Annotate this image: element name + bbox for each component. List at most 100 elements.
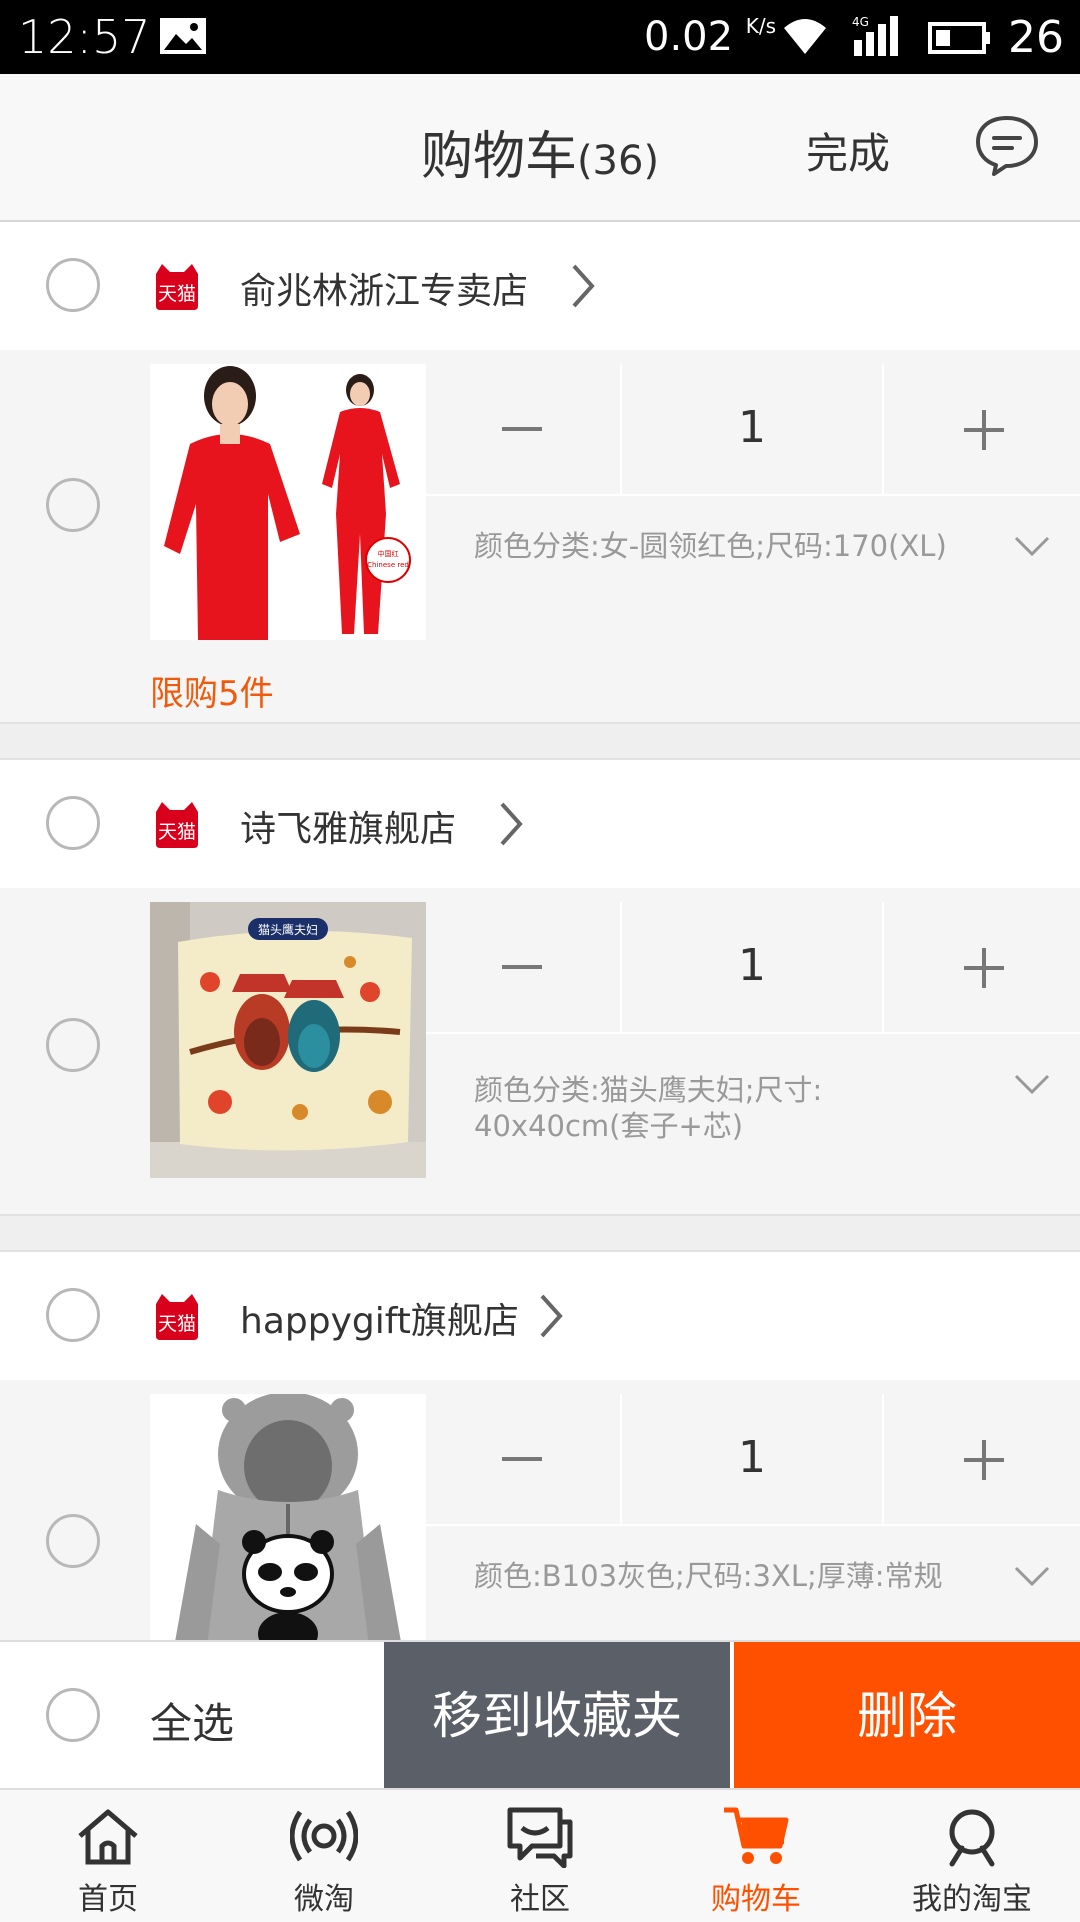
tab-weitao[interactable]: 微淘 (216, 1790, 432, 1922)
user-icon (949, 1809, 995, 1867)
page-title: 购物车(36) (420, 127, 660, 187)
tab-cart[interactable]: 购物车 (648, 1790, 864, 1922)
quantity-stepper: 1 (426, 1394, 1080, 1524)
select-all-label[interactable]: 全选 (150, 1690, 234, 1751)
quantity-field[interactable]: 1 (620, 1394, 882, 1524)
shop-row[interactable]: 天猫 happygift旗舰店 (0, 1252, 1080, 1380)
done-button[interactable]: 完成 (806, 120, 890, 181)
tmall-badge-icon: 天猫 (156, 802, 198, 848)
cart-item: 猫头鹰夫妇 1 颜色分类:猫头鹰夫妇;尺寸: 40x40cm(套子+芯) (0, 888, 1080, 1214)
cart-item: 中国红 Chinese red 1 颜色分类:女-圆领红色;尺码:170(XL)… (0, 350, 1080, 722)
section-gap (0, 1214, 1080, 1252)
sku-line: 颜色分类:猫头鹰夫妇;尺寸: (474, 1073, 823, 1107)
tmall-badge-icon: 天猫 (156, 1294, 198, 1340)
shop-name[interactable]: happygift旗舰店 (240, 1292, 519, 1344)
section-gap (0, 722, 1080, 760)
chevron-down-icon[interactable] (1012, 1564, 1052, 1588)
product-image[interactable] (150, 1394, 426, 1640)
svg-text:中国红: 中国红 (378, 549, 399, 558)
quantity-value: 1 (738, 402, 766, 453)
community-icon (507, 1807, 573, 1868)
move-to-favorites-button[interactable]: 移到收藏夹 (384, 1642, 730, 1790)
tab-label: 社区 (510, 1882, 570, 1917)
owl-pillow-image: 猫头鹰夫妇 (150, 902, 426, 1178)
divider (426, 1032, 1080, 1034)
sku-text[interactable]: 颜色分类:猫头鹰夫妇;尺寸: 40x40cm(套子+芯) (474, 1072, 1014, 1144)
tab-my-taobao[interactable]: 我的淘宝 (864, 1790, 1080, 1922)
shop-name[interactable]: 诗飞雅旗舰店 (240, 800, 456, 852)
increase-button[interactable] (882, 1394, 1080, 1524)
red-thermal-underwear-image: 中国红 Chinese red (150, 364, 426, 640)
cart-count: (36) (576, 138, 660, 184)
product-image[interactable]: 中国红 Chinese red (150, 364, 426, 640)
chevron-down-icon[interactable] (1012, 534, 1052, 558)
decrease-button[interactable] (426, 1394, 618, 1524)
chat-bubble-icon[interactable] (974, 114, 1040, 176)
sku-line: 40x40cm(套子+芯) (474, 1109, 744, 1143)
sku-text[interactable]: 颜色分类:女-圆领红色;尺码:170(XL) (474, 528, 1014, 564)
bottom-tab-bar: 首页 微淘 社区 购物车 我的淘宝 (0, 1788, 1080, 1922)
shop-name[interactable]: 俞兆林浙江专卖店 (240, 262, 528, 314)
shop-select-radio[interactable] (46, 258, 100, 312)
tab-label: 微淘 (294, 1882, 354, 1917)
item-select-radio[interactable] (46, 1018, 100, 1072)
quantity-field[interactable]: 1 (620, 364, 882, 494)
tab-label: 购物车 (711, 1882, 801, 1917)
signal-4g-icon: 4G (852, 15, 898, 56)
sku-text[interactable]: 颜色:B103灰色;尺码:3XL;厚薄:常规 (474, 1558, 1014, 1594)
tmall-badge-icon: 天猫 (156, 264, 198, 310)
cart-action-bar: 全选 移到收藏夹 删除 (0, 1640, 1080, 1790)
chevron-down-icon[interactable] (1012, 1072, 1052, 1096)
panda-hoodie-image (150, 1394, 426, 1640)
shop-select-radio[interactable] (46, 796, 100, 850)
gallery-notification-icon (160, 18, 206, 54)
svg-text:4G: 4G (852, 15, 869, 29)
quantity-value: 1 (738, 940, 766, 991)
cart-item: 1 颜色:B103灰色;尺码:3XL;厚薄:常规 (0, 1380, 1080, 1640)
quantity-field[interactable]: 1 (620, 902, 882, 1032)
divider (426, 1524, 1080, 1526)
plus-icon (964, 410, 1004, 450)
shop-row[interactable]: 天猫 诗飞雅旗舰店 (0, 760, 1080, 888)
chevron-right-icon[interactable] (568, 262, 598, 310)
item-select-radio[interactable] (46, 478, 100, 532)
quantity-stepper: 1 (426, 364, 1080, 494)
svg-text:Chinese red: Chinese red (367, 561, 409, 569)
divider (426, 494, 1080, 496)
quantity-value: 1 (738, 1432, 766, 1483)
nav-header: 购物车(36) 完成 (0, 74, 1080, 222)
minus-icon (502, 427, 542, 431)
tab-label: 我的淘宝 (912, 1882, 1032, 1917)
chevron-right-icon[interactable] (496, 800, 526, 848)
increase-button[interactable] (882, 902, 1080, 1032)
minus-icon (502, 965, 542, 969)
decrease-button[interactable] (426, 902, 618, 1032)
select-all-radio[interactable] (46, 1688, 100, 1742)
wifi-icon (784, 19, 826, 54)
shop-select-radio[interactable] (46, 1288, 100, 1342)
tab-label: 首页 (78, 1882, 138, 1917)
purchase-limit-label: 限购5件 (150, 674, 274, 714)
battery-level: 26 (1008, 12, 1064, 63)
plus-icon (964, 948, 1004, 988)
increase-button[interactable] (882, 364, 1080, 494)
tab-community[interactable]: 社区 (432, 1790, 648, 1922)
chevron-right-icon[interactable] (536, 1292, 566, 1340)
svg-text:天猫: 天猫 (158, 821, 196, 843)
home-icon (78, 1809, 138, 1865)
network-speed: 0.02 K/s (644, 14, 777, 60)
status-time: 12:57 (18, 10, 151, 64)
cart-icon (724, 1807, 789, 1864)
item-select-radio[interactable] (46, 1514, 100, 1568)
minus-icon (502, 1457, 542, 1461)
svg-text:猫头鹰夫妇: 猫头鹰夫妇 (258, 922, 318, 937)
product-image[interactable]: 猫头鹰夫妇 (150, 902, 426, 1178)
shop-row[interactable]: 天猫 俞兆林浙江专卖店 (0, 222, 1080, 350)
tab-home[interactable]: 首页 (0, 1790, 216, 1922)
svg-text:天猫: 天猫 (158, 1313, 196, 1335)
decrease-button[interactable] (426, 364, 618, 494)
svg-text:天猫: 天猫 (158, 283, 196, 305)
delete-button[interactable]: 删除 (734, 1642, 1080, 1790)
broadcast-icon (290, 1810, 358, 1862)
quantity-stepper: 1 (426, 902, 1080, 1032)
